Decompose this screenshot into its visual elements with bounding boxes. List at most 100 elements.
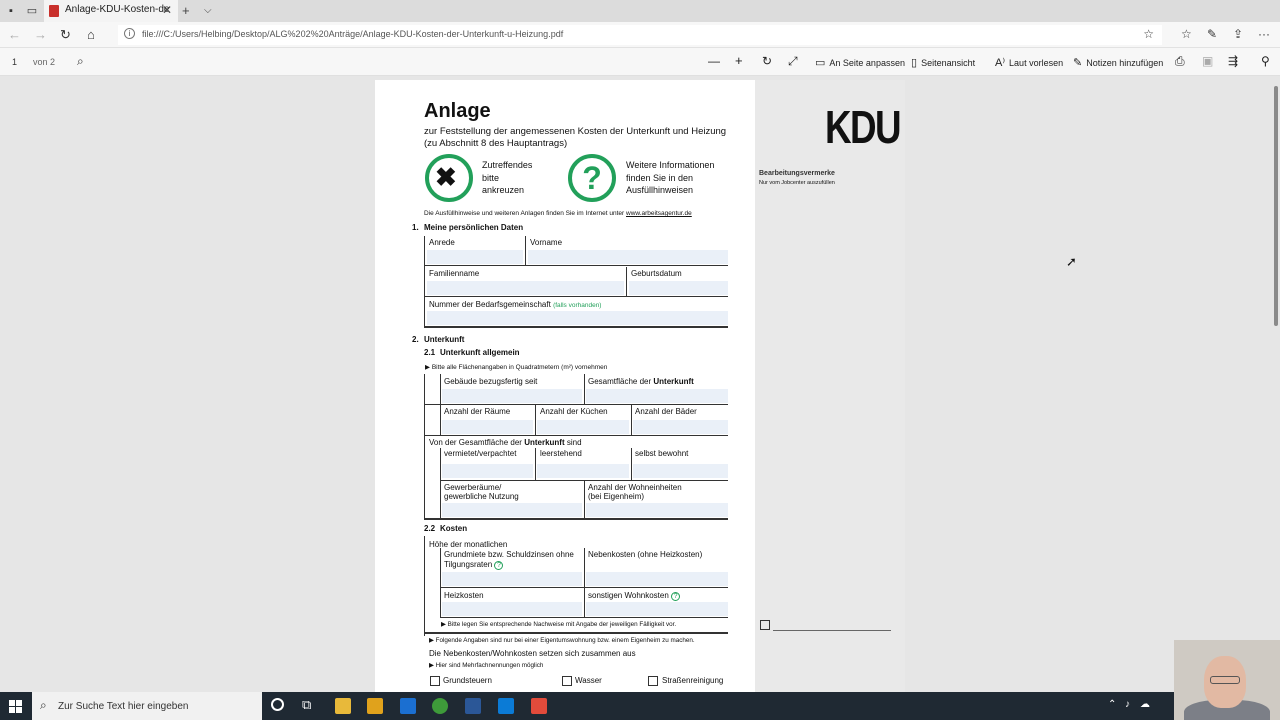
pin-icon[interactable]: ⚲: [1261, 54, 1270, 68]
window-menu-icon[interactable]: ▪: [5, 5, 17, 17]
edge-icon[interactable]: [498, 698, 514, 714]
selbst-bewohnt-field[interactable]: [633, 464, 728, 478]
word-icon[interactable]: [465, 698, 481, 714]
read-aloud-label: Laut vorlesen: [1009, 58, 1064, 68]
file-explorer-icon[interactable]: [335, 698, 351, 714]
grundmiete-field[interactable]: [442, 572, 582, 586]
zoom-in-icon[interactable]: +: [735, 53, 743, 68]
webcam-overlay: [1174, 640, 1280, 720]
heizkosten-field[interactable]: [442, 602, 582, 616]
help-icon[interactable]: ?: [671, 592, 681, 601]
rotate-icon[interactable]: ↻: [762, 54, 772, 68]
forward-icon[interactable]: →: [34, 27, 47, 42]
label-baeder: Anzahl der Bäder: [635, 407, 697, 416]
home-icon[interactable]: ⌂: [87, 27, 95, 42]
windows-start-icon[interactable]: [9, 700, 22, 713]
add-notes-button[interactable]: ✎ Notizen hinzufügen: [1073, 56, 1163, 69]
label-sonstige: sonstigen Wohnkosten ?: [588, 591, 681, 601]
form-subtitle-2: (zu Abschnitt 8 des Hauptantrags): [424, 138, 568, 149]
gewerbe-field[interactable]: [442, 503, 582, 517]
store-icon[interactable]: [367, 698, 383, 714]
gesamtflaeche-bold: Unterkunft: [653, 377, 694, 386]
taskbar-search[interactable]: ⌕ Zur Suche Text hier eingeben: [32, 692, 262, 720]
chrome-icon[interactable]: [432, 698, 448, 714]
close-icon[interactable]: ✕: [162, 3, 172, 17]
label-geburtsdatum: Geburtsdatum: [631, 269, 682, 278]
refresh-icon[interactable]: ↻: [60, 27, 71, 43]
label-gewerbe-1: Gewerberäume/: [444, 483, 502, 492]
kuechen-field[interactable]: [537, 420, 629, 434]
url-field[interactable]: i file:///C:/Users/Helbing/Desktop/ALG%2…: [118, 25, 1162, 45]
zoom-out-icon[interactable]: —: [708, 54, 720, 68]
task-view-icon[interactable]: ⧉: [302, 697, 311, 713]
share-icon[interactable]: ⇪: [1233, 27, 1243, 41]
pdf-viewport: Anlage zur Feststellung der angemessenen…: [0, 76, 1280, 700]
page-view-button[interactable]: ▯ Seitenansicht: [911, 56, 975, 69]
fullscreen-icon[interactable]: ⤢: [788, 54, 798, 69]
info-icon[interactable]: i: [124, 28, 135, 39]
taskbar-search-placeholder: Zur Suche Text hier eingeben: [58, 701, 189, 712]
star-icon[interactable]: ☆: [1143, 27, 1154, 41]
recorder-icon[interactable]: [531, 698, 547, 714]
baeder-field[interactable]: [633, 420, 728, 434]
label-leerstehend: leerstehend: [540, 449, 582, 458]
label-strassenreinigung: Straßenreinigung: [662, 676, 724, 685]
chevron-down-icon[interactable]: ⌵: [204, 5, 212, 16]
section-2-2-title: Kosten: [440, 524, 468, 533]
bearbeitung-checkbox[interactable]: [760, 620, 770, 630]
label-wohneinheiten-2: (bei Eigenheim): [588, 492, 645, 501]
more-icon[interactable]: ···: [1258, 27, 1270, 41]
pdf-toolbar: 1 von 2 ⌕ — + ↻ ⤢ ▭ An Seite anpassen ▯ Se…: [0, 48, 1280, 76]
leerstehend-field[interactable]: [537, 464, 629, 478]
read-aloud-button[interactable]: A⁾ Laut vorlesen: [995, 56, 1063, 69]
gesamtflaeche-text: Gesamtfläche der: [588, 377, 652, 386]
save-icon[interactable]: ▣: [1202, 54, 1213, 68]
fit-page-button[interactable]: ▭ An Seite anpassen: [815, 56, 905, 69]
internet-hint-link[interactable]: www.arbeitsagentur.de: [626, 210, 692, 217]
mail-icon[interactable]: [400, 698, 416, 714]
flaechen-hint: ▶ Bitte alle Flächenangaben in Quadratme…: [425, 364, 608, 371]
raeume-field[interactable]: [442, 420, 533, 434]
tab-pdf[interactable]: Anlage-KDU-Kosten-de ✕: [44, 0, 178, 22]
tab-preview-icon[interactable]: ▭: [26, 5, 38, 17]
label-heizkosten: Heizkosten: [444, 591, 484, 600]
anrede-field[interactable]: [427, 250, 523, 264]
mehrfach-text: Hier sind Mehrfachnennungen möglich: [435, 662, 544, 669]
vermietet-field[interactable]: [442, 464, 533, 478]
internet-hint: Die Ausfüllhinweise und weiteren Anlagen…: [424, 210, 692, 217]
page-number-field[interactable]: 1: [12, 57, 17, 67]
checkbox-hint-icon: ✖: [425, 154, 473, 202]
flaechen-hint-text: Bitte alle Flächenangaben in Quadratmete…: [431, 364, 608, 371]
pdf-icon: [49, 5, 59, 17]
save-as-icon[interactable]: ⇶: [1228, 54, 1238, 68]
microphone-icon[interactable]: ♪: [1125, 699, 1130, 710]
bezugsfertig-field[interactable]: [442, 389, 582, 403]
back-icon[interactable]: ←: [8, 27, 21, 42]
scrollbar[interactable]: [1274, 86, 1278, 326]
label-wohneinheiten-1: Anzahl der Wohneinheiten: [588, 483, 682, 492]
strassenreinigung-checkbox[interactable]: [648, 676, 658, 686]
bg-nummer-field[interactable]: [427, 311, 728, 325]
print-icon[interactable]: ⎙: [1175, 54, 1185, 69]
nebenkosten-field[interactable]: [586, 572, 728, 586]
tab-strip: ▪ ▭ Anlage-KDU-Kosten-de ✕ + ⌵: [0, 0, 1280, 22]
url-text: file:///C:/Users/Helbing/Desktop/ALG%202…: [142, 29, 564, 39]
tray-chevron-icon[interactable]: ⌃: [1108, 699, 1116, 710]
new-tab-icon[interactable]: +: [182, 3, 190, 18]
gesamtflaeche-field[interactable]: [586, 389, 728, 403]
help-icon[interactable]: ?: [494, 561, 504, 570]
vorname-field[interactable]: [528, 250, 728, 264]
familienname-field[interactable]: [427, 281, 624, 295]
network-icon[interactable]: ☁: [1140, 699, 1150, 710]
search-icon[interactable]: ⌕: [77, 54, 84, 69]
hint-check-line2: bitte: [482, 173, 500, 183]
favorites-icon[interactable]: ☆: [1181, 27, 1192, 41]
sonstige-field[interactable]: [586, 602, 728, 616]
wohneinheiten-field[interactable]: [586, 503, 728, 517]
section-1-title: Meine persönlichen Daten: [424, 223, 524, 232]
pen-icon[interactable]: ✎: [1207, 27, 1217, 41]
geburtsdatum-field[interactable]: [629, 281, 728, 295]
cortana-icon[interactable]: [271, 698, 284, 711]
grundsteuern-checkbox[interactable]: [430, 676, 440, 686]
wasser-checkbox[interactable]: [562, 676, 572, 686]
